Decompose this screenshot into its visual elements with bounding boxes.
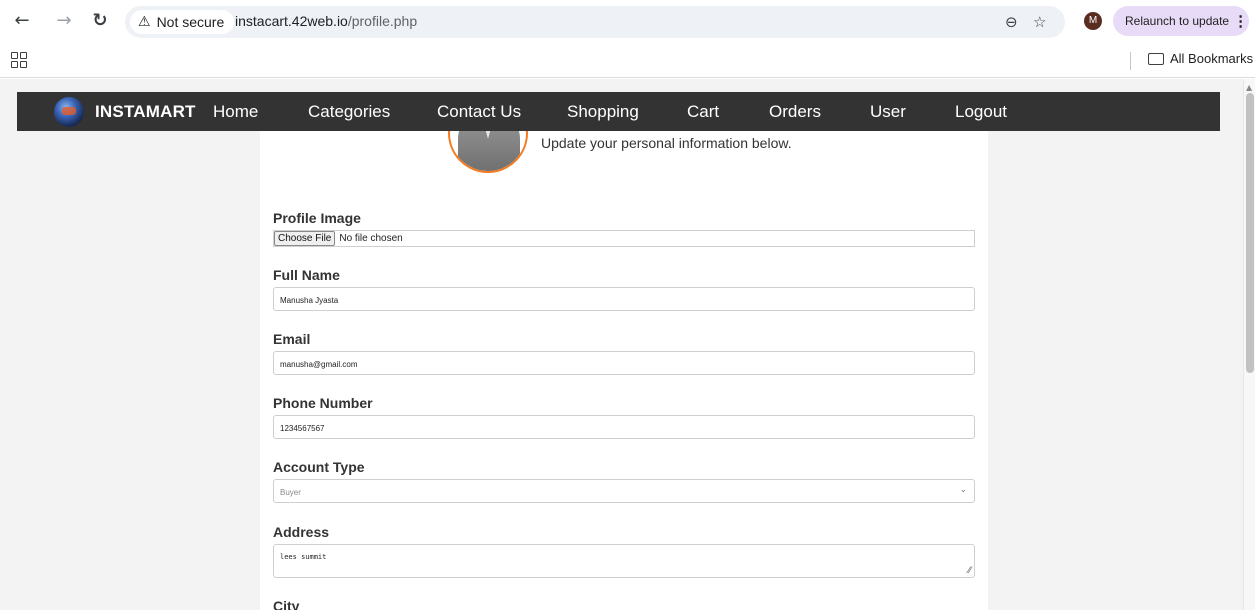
apps-grid-icon[interactable] <box>11 52 27 68</box>
relaunch-button[interactable]: Relaunch to update ⋮ <box>1113 6 1249 36</box>
phone-input[interactable]: 1234567567 <box>273 415 975 439</box>
url-text[interactable]: instacart.42web.io/profile.php <box>235 13 417 29</box>
nav-contact-us[interactable]: Contact Us <box>437 102 521 122</box>
site-navbar: INSTAMART Home Categories Contact Us Sho… <box>17 92 1220 131</box>
choose-file-button[interactable]: Choose File <box>274 231 336 246</box>
nav-user[interactable]: User <box>870 102 906 122</box>
scroll-thumb[interactable] <box>1246 93 1254 373</box>
resize-handle-icon[interactable]: ⁄⁄ <box>968 566 971 576</box>
edit-profile-card: Edit Profile Update your personal inform… <box>260 93 988 610</box>
zoom-icon[interactable]: ⊖ <box>1005 13 1018 31</box>
account-type-label: Account Type <box>273 459 365 475</box>
reload-icon[interactable]: ↻ <box>89 10 111 32</box>
all-bookmarks-label: All Bookmarks <box>1170 51 1254 66</box>
profile-image-input[interactable]: Choose File No file chosen <box>273 230 975 247</box>
nav-logout[interactable]: Logout <box>955 102 1007 122</box>
security-label: Not secure <box>156 14 225 30</box>
security-chip[interactable]: ⚠ Not secure <box>130 10 235 34</box>
brand-logo[interactable] <box>54 97 84 127</box>
brand-name[interactable]: INSTAMART <box>95 102 196 122</box>
address-label: Address <box>273 524 330 540</box>
profile-avatar[interactable]: M <box>1084 12 1102 30</box>
scroll-up-arrow-icon[interactable]: ▲ <box>1246 83 1252 92</box>
email-input[interactable]: manusha@gmail.com <box>273 351 975 375</box>
nav-orders[interactable]: Orders <box>769 102 821 122</box>
account-type-select[interactable]: Buyer ⌄ <box>273 479 975 503</box>
address-bar[interactable]: ⚠ Not secure instacart.42web.io/profile.… <box>125 6 1065 38</box>
file-status: No file chosen <box>339 233 403 244</box>
warning-icon: ⚠ <box>138 14 151 30</box>
folder-icon <box>1148 52 1164 65</box>
phone-label: Phone Number <box>273 395 373 411</box>
bookmark-star-icon[interactable]: ☆ <box>1033 13 1046 31</box>
page-subtitle: Update your personal information below. <box>541 135 792 151</box>
page-viewport: Edit Profile Update your personal inform… <box>0 79 1243 610</box>
forward-arrow-icon[interactable]: → <box>53 10 75 32</box>
url-host: instacart.42web.io <box>235 13 348 29</box>
nav-home[interactable]: Home <box>213 102 258 122</box>
nav-shopping[interactable]: Shopping <box>567 102 639 122</box>
browser-toolbar: ← → ↻ ⚠ Not secure instacart.42web.io/pr… <box>0 0 1255 42</box>
full-name-label: Full Name <box>273 267 340 283</box>
address-value: lees summit <box>280 553 327 561</box>
more-menu-icon: ⋮ <box>1233 13 1249 30</box>
bookmarks-bar: All Bookmarks <box>0 42 1255 78</box>
page-scrollbar[interactable]: ▲ <box>1243 79 1255 610</box>
bookmarks-divider <box>1130 52 1131 70</box>
full-name-input[interactable]: Manusha Jyasta <box>273 287 975 311</box>
profile-image-label: Profile Image <box>273 210 361 226</box>
email-label: Email <box>273 331 311 347</box>
relaunch-label: Relaunch to update <box>1125 14 1230 28</box>
account-type-value: Buyer <box>280 488 301 497</box>
city-label: City <box>273 598 300 610</box>
url-path: /profile.php <box>347 13 418 29</box>
back-arrow-icon[interactable]: ← <box>11 10 33 32</box>
nav-cart[interactable]: Cart <box>687 102 719 122</box>
nav-categories[interactable]: Categories <box>308 102 390 122</box>
address-textarea[interactable]: lees summit ⁄⁄ <box>273 544 975 578</box>
chevron-down-icon: ⌄ <box>959 485 967 495</box>
all-bookmarks-button[interactable]: All Bookmarks <box>1148 51 1253 66</box>
